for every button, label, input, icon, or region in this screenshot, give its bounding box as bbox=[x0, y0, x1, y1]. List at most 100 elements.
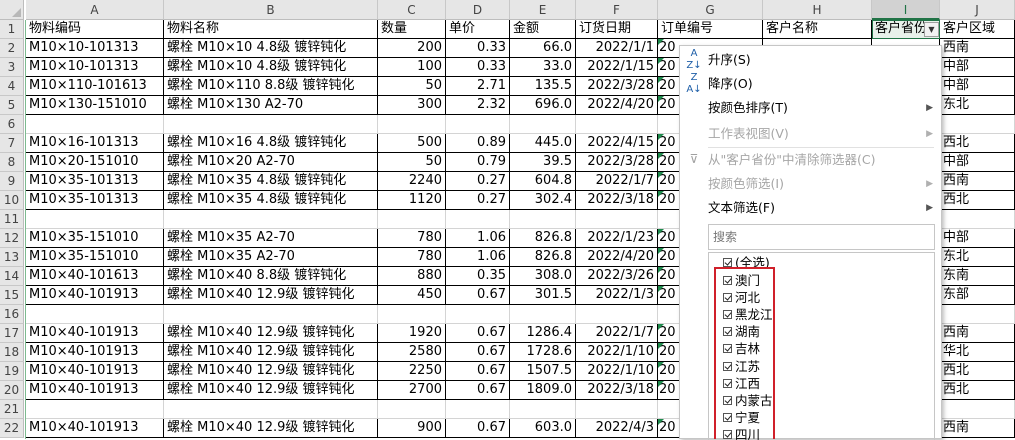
table-cell[interactable]: 2022/4/20 bbox=[576, 248, 658, 267]
table-cell[interactable]: 中部 bbox=[940, 153, 1015, 172]
table-cell[interactable] bbox=[576, 210, 658, 229]
table-cell[interactable]: 2022/1/15 bbox=[576, 58, 658, 77]
table-cell[interactable]: 0.67 bbox=[446, 343, 510, 362]
table-cell[interactable] bbox=[26, 115, 164, 134]
table-cell[interactable]: 螺栓 M10×20 A2-70 bbox=[164, 153, 378, 172]
header-cell-j[interactable]: 客户区域 bbox=[940, 20, 1015, 39]
row-header[interactable]: 2 bbox=[0, 39, 24, 58]
table-cell[interactable]: 0.35 bbox=[446, 267, 510, 286]
table-cell[interactable]: 0.27 bbox=[446, 191, 510, 210]
table-cell[interactable]: 301.5 bbox=[510, 286, 576, 305]
table-cell[interactable]: 东北 bbox=[940, 96, 1015, 115]
table-cell[interactable]: 1728.6 bbox=[510, 343, 576, 362]
table-cell[interactable]: M10×35-101313 bbox=[26, 191, 164, 210]
table-cell[interactable]: M10×20-151010 bbox=[26, 153, 164, 172]
table-cell[interactable]: 100 bbox=[378, 58, 446, 77]
row-header[interactable]: 18 bbox=[0, 343, 24, 362]
table-cell[interactable] bbox=[446, 210, 510, 229]
table-cell[interactable]: 2580 bbox=[378, 343, 446, 362]
table-cell[interactable]: 2022/4/20 bbox=[576, 96, 658, 115]
table-cell[interactable] bbox=[940, 115, 1015, 134]
header-cell-d[interactable]: 单价 bbox=[446, 20, 510, 39]
row-header[interactable]: 15 bbox=[0, 286, 24, 305]
table-cell[interactable]: 39.5 bbox=[510, 153, 576, 172]
table-cell[interactable]: 中部 bbox=[940, 58, 1015, 77]
sort-ascending-item[interactable]: A Z↓ 升序(S) bbox=[680, 48, 941, 72]
row-header[interactable]: 12 bbox=[0, 229, 24, 248]
table-cell[interactable]: 0.67 bbox=[446, 286, 510, 305]
table-cell[interactable]: 2240 bbox=[378, 172, 446, 191]
column-header-d[interactable]: D bbox=[446, 0, 510, 20]
row-header[interactable]: 14 bbox=[0, 267, 24, 286]
table-cell[interactable] bbox=[378, 115, 446, 134]
column-header-e[interactable]: E bbox=[510, 0, 576, 20]
table-cell[interactable]: 2.71 bbox=[446, 77, 510, 96]
row-header[interactable]: 10 bbox=[0, 191, 24, 210]
table-cell[interactable]: 2022/3/28 bbox=[576, 77, 658, 96]
table-cell[interactable]: M10×40-101913 bbox=[26, 419, 164, 438]
table-cell[interactable]: 1507.5 bbox=[510, 362, 576, 381]
filter-by-color-item[interactable]: 按颜色筛选(I) ▶ bbox=[680, 172, 941, 196]
table-cell[interactable]: 2250 bbox=[378, 362, 446, 381]
table-cell[interactable]: M10×16-101313 bbox=[26, 134, 164, 153]
row-header[interactable]: 7 bbox=[0, 134, 24, 153]
table-cell[interactable] bbox=[576, 305, 658, 324]
table-cell[interactable] bbox=[940, 210, 1015, 229]
table-cell[interactable]: 0.89 bbox=[446, 134, 510, 153]
table-cell[interactable] bbox=[940, 400, 1015, 419]
table-cell[interactable]: 880 bbox=[378, 267, 446, 286]
filter-dropdown-button[interactable]: ▼ bbox=[924, 22, 939, 37]
table-cell[interactable]: 2022/1/3 bbox=[576, 286, 658, 305]
column-header-b[interactable]: B bbox=[164, 0, 378, 20]
table-cell[interactable]: 66.0 bbox=[510, 39, 576, 58]
table-cell[interactable]: 东部 bbox=[940, 286, 1015, 305]
table-cell[interactable]: 200 bbox=[378, 39, 446, 58]
row-header[interactable]: 22 bbox=[0, 419, 24, 438]
table-cell[interactable]: 780 bbox=[378, 248, 446, 267]
table-cell[interactable]: 螺栓 M10×35 4.8级 镀锌钝化 bbox=[164, 191, 378, 210]
table-cell[interactable] bbox=[164, 400, 378, 419]
table-cell[interactable] bbox=[446, 305, 510, 324]
clear-filter-item[interactable]: ⊽ 从"客户省份"中清除筛选器(C) bbox=[680, 148, 941, 172]
row-header[interactable]: 13 bbox=[0, 248, 24, 267]
table-cell[interactable]: 826.8 bbox=[510, 229, 576, 248]
checkbox-checked-icon[interactable] bbox=[723, 258, 732, 267]
table-cell[interactable]: 302.4 bbox=[510, 191, 576, 210]
row-header[interactable]: 9 bbox=[0, 172, 24, 191]
table-cell[interactable]: 2022/1/10 bbox=[576, 362, 658, 381]
column-header-j[interactable]: J bbox=[940, 0, 1015, 20]
table-cell[interactable]: 东北 bbox=[940, 248, 1015, 267]
select-all-corner[interactable] bbox=[0, 0, 24, 20]
table-cell[interactable]: 2022/3/18 bbox=[576, 191, 658, 210]
table-cell[interactable]: 西北 bbox=[940, 191, 1015, 210]
table-cell[interactable]: 螺栓 M10×40 8.8级 镀锌钝化 bbox=[164, 267, 378, 286]
column-header-f[interactable]: F bbox=[576, 0, 658, 20]
header-cell-g[interactable]: 订单编号 bbox=[658, 20, 763, 39]
table-cell[interactable]: 2022/4/15 bbox=[576, 134, 658, 153]
table-cell[interactable]: 900 bbox=[378, 419, 446, 438]
table-cell[interactable] bbox=[576, 400, 658, 419]
column-header-g[interactable]: G bbox=[658, 0, 763, 20]
column-header-i[interactable]: I bbox=[872, 0, 940, 20]
table-cell[interactable]: 2022/3/26 bbox=[576, 267, 658, 286]
table-cell[interactable]: 603.0 bbox=[510, 419, 576, 438]
table-cell[interactable]: 1120 bbox=[378, 191, 446, 210]
table-cell[interactable]: 826.8 bbox=[510, 248, 576, 267]
table-cell[interactable] bbox=[446, 115, 510, 134]
table-cell[interactable]: 2.32 bbox=[446, 96, 510, 115]
row-header[interactable]: 21 bbox=[0, 400, 24, 419]
table-cell[interactable]: 西南 bbox=[940, 172, 1015, 191]
table-cell[interactable]: 螺栓 M10×35 A2-70 bbox=[164, 229, 378, 248]
table-cell[interactable]: 2022/3/18 bbox=[576, 381, 658, 400]
table-cell[interactable]: 0.67 bbox=[446, 362, 510, 381]
table-cell[interactable] bbox=[26, 210, 164, 229]
row-header[interactable]: 3 bbox=[0, 58, 24, 77]
table-cell[interactable]: 1.06 bbox=[446, 229, 510, 248]
table-cell[interactable] bbox=[378, 400, 446, 419]
table-cell[interactable]: 螺栓 M10×10 4.8级 镀锌钝化 bbox=[164, 58, 378, 77]
table-cell[interactable]: 2022/1/7 bbox=[576, 324, 658, 343]
table-cell[interactable]: 东南 bbox=[940, 267, 1015, 286]
table-cell[interactable] bbox=[510, 115, 576, 134]
table-cell[interactable] bbox=[164, 210, 378, 229]
table-cell[interactable]: 308.0 bbox=[510, 267, 576, 286]
